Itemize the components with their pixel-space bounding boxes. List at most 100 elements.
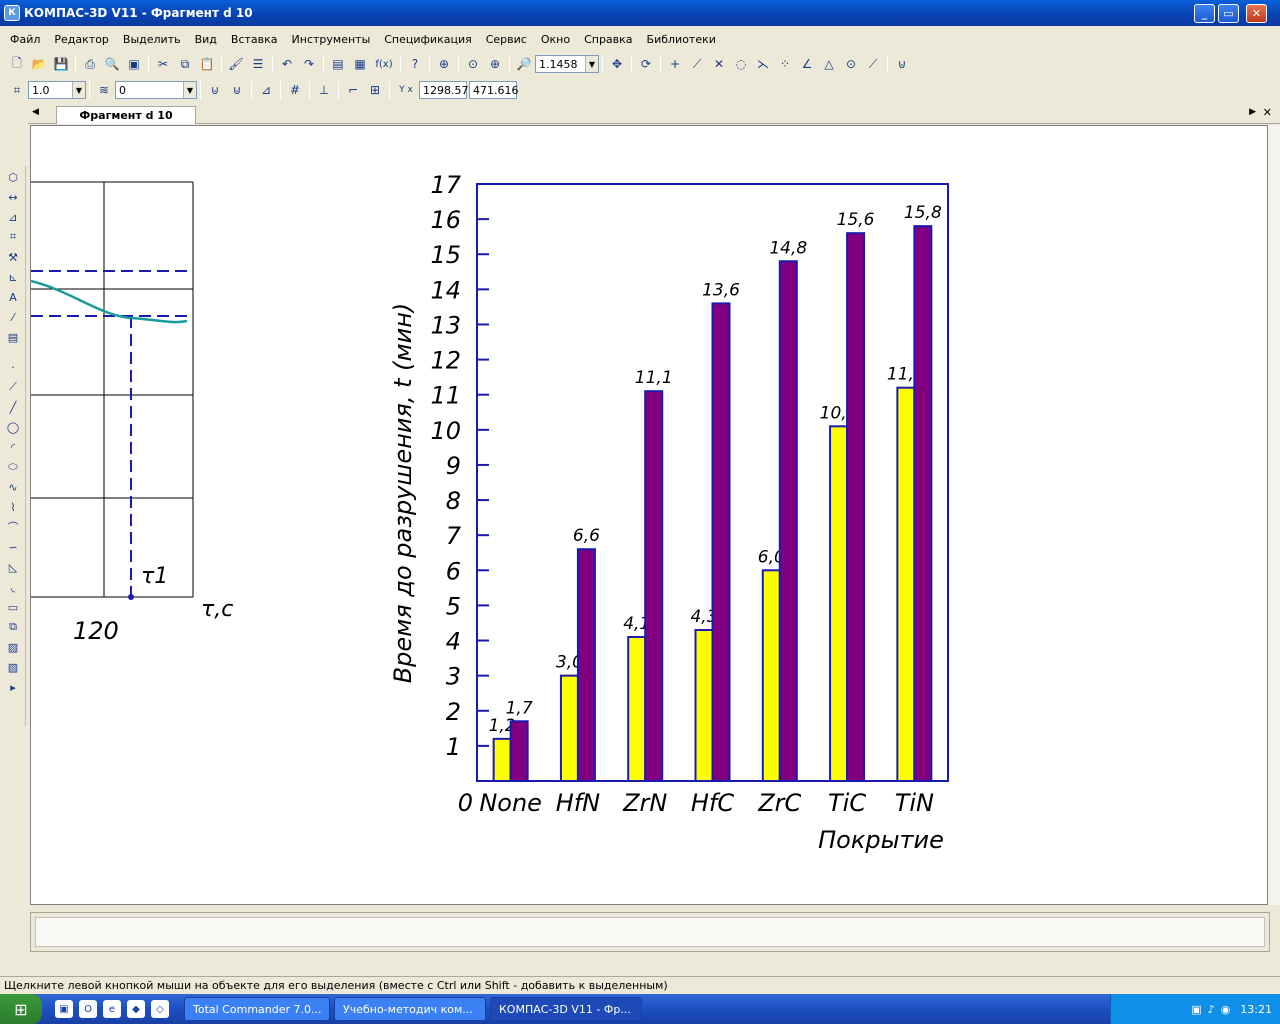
snap-center-icon[interactable]: △ — [820, 55, 838, 73]
new-file-icon[interactable]: 🗋 — [8, 55, 26, 73]
magnet-icon[interactable]: ⊍ — [893, 55, 911, 73]
export-icon[interactable]: ▣ — [125, 55, 143, 73]
polyline-icon[interactable]: ⌇ — [4, 498, 22, 516]
start-button[interactable]: ⊞ — [0, 994, 42, 1024]
drawing-canvas[interactable]: τ1 120 τ,c 0 1 2 3 4 5 6 7 8 9 10 11 12 13 14 15 16 17 1,… — [30, 125, 1268, 905]
manager-icon[interactable]: ▤ — [329, 55, 347, 73]
snap-grid-icon[interactable]: ⁘ — [776, 55, 794, 73]
network-icon[interactable]: ▣ — [1191, 1003, 1201, 1016]
chamfer-icon[interactable]: ◺ — [4, 558, 22, 576]
library-icon[interactable]: ▦ — [351, 55, 369, 73]
volume-icon[interactable]: ♪ — [1208, 1003, 1215, 1016]
menu-service[interactable]: Сервис — [486, 33, 527, 46]
menu-help[interactable]: Справка — [584, 33, 632, 46]
zoom-in-icon[interactable]: ⊕ — [486, 55, 504, 73]
hatch-icon[interactable]: ▨ — [4, 638, 22, 656]
cut-icon[interactable]: ✂ — [154, 55, 172, 73]
contour-icon[interactable]: ⧉ — [4, 618, 22, 636]
chevron-down-icon[interactable]: ▼ — [72, 82, 85, 98]
undo-icon[interactable]: ↶ — [278, 55, 296, 73]
menu-window[interactable]: Окно — [541, 33, 570, 46]
menu-specification[interactable]: Спецификация — [384, 33, 471, 46]
auxiliary-line-icon[interactable]: ⟋ — [4, 378, 22, 396]
snap-circle-icon[interactable]: ⊙ — [842, 55, 860, 73]
magnet-red-icon[interactable]: ⊍ — [206, 81, 224, 99]
tab-scroll-left-icon[interactable]: ◀ — [32, 107, 39, 117]
redo-icon[interactable]: ↷ — [300, 55, 318, 73]
ortho-icon[interactable]: ⊿ — [257, 81, 275, 99]
fillet-icon[interactable]: ◟ — [4, 578, 22, 596]
paste-icon[interactable]: 📋 — [198, 55, 216, 73]
list-icon[interactable]: ☰ — [249, 55, 267, 73]
menu-libraries[interactable]: Библиотеки — [647, 33, 716, 46]
menu-select[interactable]: Выделить — [123, 33, 181, 46]
save-icon[interactable]: 💾 — [52, 55, 70, 73]
rectangle-icon[interactable]: ▭ — [4, 598, 22, 616]
zoom-scale-icon[interactable]: 🔎 — [515, 55, 533, 73]
tab-fragment-d10[interactable]: Фрагмент d 10 — [56, 106, 196, 124]
variables-fx-icon[interactable]: f(x) — [373, 55, 395, 73]
zoom-combo[interactable]: 1.1458 ▼ — [535, 55, 599, 73]
snap-tangent-icon[interactable]: ◌ — [732, 55, 750, 73]
chevron-down-icon[interactable]: ▼ — [183, 82, 196, 98]
app2-quicklaunch-icon[interactable]: ◇ — [151, 1000, 169, 1018]
opera-quicklaunch-icon[interactable]: O — [79, 1000, 97, 1018]
tab-close-icon[interactable]: ✕ — [1263, 106, 1272, 119]
zoom-all-icon[interactable]: ⊕ — [435, 55, 453, 73]
maximize-button[interactable]: ▭ — [1218, 4, 1239, 23]
parametrization-tool-icon[interactable]: ⚒ — [4, 248, 22, 266]
spec-tool-icon[interactable]: ⁄ — [4, 308, 22, 326]
snap-angle-icon[interactable]: ∠ — [798, 55, 816, 73]
zoom-window-icon[interactable]: ⊙ — [464, 55, 482, 73]
print-icon[interactable]: ⎙ — [81, 55, 99, 73]
task-total-commander[interactable]: Total Commander 7.0... — [184, 997, 330, 1021]
editing-tool-icon[interactable]: ⌗ — [4, 228, 22, 246]
coord-y-field[interactable]: 471.616 — [469, 81, 519, 99]
menu-editor[interactable]: Редактор — [54, 33, 109, 46]
tab-scroll-right-icon[interactable]: ▶ — [1249, 107, 1256, 117]
snap-line-icon[interactable]: ⟋ — [864, 55, 882, 73]
vertical-scrollbar[interactable] — [1268, 125, 1280, 905]
select-tool-icon[interactable]: A — [4, 288, 22, 306]
more-icon[interactable]: ▸ — [4, 678, 22, 696]
bezier-icon[interactable]: ∽ — [4, 538, 22, 556]
properties-brush-icon[interactable]: 🖌 — [227, 55, 245, 73]
ellipse-icon[interactable]: ⬭ — [4, 458, 22, 476]
snap-nearest-icon[interactable]: ⟋ — [688, 55, 706, 73]
copy-icon[interactable]: ⧉ — [176, 55, 194, 73]
print-preview-icon[interactable]: 🔍 — [103, 55, 121, 73]
geometry-tool-icon[interactable]: ⬡ — [4, 168, 22, 186]
menu-file[interactable]: Файл — [10, 33, 40, 46]
measure-tool-icon[interactable]: ⊾ — [4, 268, 22, 286]
antivirus-icon[interactable]: ◉ — [1221, 1003, 1231, 1016]
menu-tools[interactable]: Инструменты — [292, 33, 371, 46]
segment-icon[interactable]: ╱ — [4, 398, 22, 416]
task-kompas[interactable]: КОМПАС-3D V11 - Фр... — [490, 997, 642, 1021]
designations-tool-icon[interactable]: ⊿ — [4, 208, 22, 226]
circle-icon[interactable]: ◯ — [4, 418, 22, 436]
ie-quicklaunch-icon[interactable]: e — [103, 1000, 121, 1018]
task-word-document[interactable]: Учебно-методич ком... — [334, 997, 486, 1021]
magnet-blue-icon[interactable]: ⊍ — [228, 81, 246, 99]
nurbs-icon[interactable]: ⌒ — [4, 518, 22, 536]
snap-normal-icon[interactable]: ⋋ — [754, 55, 772, 73]
snap-point-icon[interactable]: + — [666, 55, 684, 73]
layer-icon[interactable]: ≋ — [95, 81, 113, 99]
app-quicklaunch-icon[interactable]: ◆ — [127, 1000, 145, 1018]
spline-icon[interactable]: ∿ — [4, 478, 22, 496]
point-icon[interactable]: · — [4, 358, 22, 376]
help-cursor-icon[interactable]: ? — [406, 55, 424, 73]
coord-x-field[interactable]: 1298.57 — [419, 81, 469, 99]
local-cs-icon[interactable]: ⊥ — [315, 81, 333, 99]
open-folder-icon[interactable]: 📂 — [30, 55, 48, 73]
refresh-icon[interactable]: ⟳ — [637, 55, 655, 73]
clock[interactable]: 13:21 — [1240, 1003, 1272, 1016]
menu-view[interactable]: Вид — [195, 33, 217, 46]
ortho-mode-icon[interactable]: ⌐ — [344, 81, 362, 99]
pan-icon[interactable]: ✥ — [608, 55, 626, 73]
snap-intersection-icon[interactable]: ✕ — [710, 55, 728, 73]
step-icon[interactable]: ⌗ — [8, 81, 26, 99]
chevron-down-icon[interactable]: ▼ — [585, 56, 598, 72]
grid-icon[interactable]: # — [286, 81, 304, 99]
parametric-icon[interactable]: ⊞ — [366, 81, 384, 99]
